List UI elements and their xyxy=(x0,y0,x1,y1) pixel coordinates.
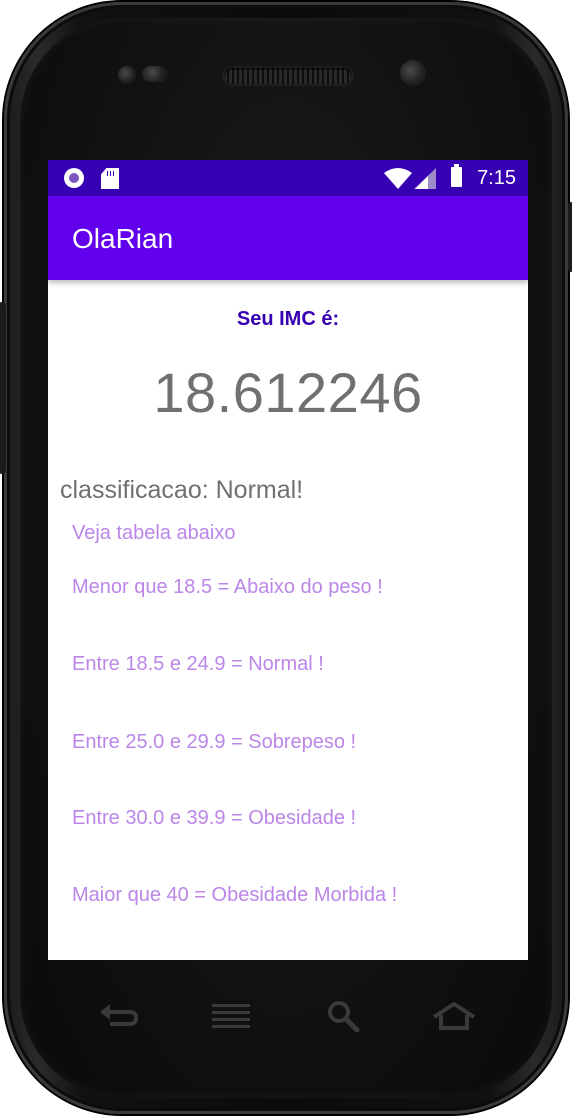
table-row-morbid-obesity: Maior que 40 = Obesidade Morbida ! xyxy=(72,884,398,906)
table-row-underweight: Menor que 18.5 = Abaixo do peso ! xyxy=(72,576,383,598)
back-button[interactable] xyxy=(96,996,140,1036)
status-bar: 7:15 xyxy=(48,160,528,196)
front-camera-icon xyxy=(400,60,426,86)
wifi-icon xyxy=(384,168,412,189)
table-header: Veja tabela abaixo xyxy=(72,522,236,544)
table-row-obesity: Entre 30.0 e 39.9 = Obesidade ! xyxy=(72,807,357,829)
classification-text: classificacao: Normal! xyxy=(60,476,304,504)
light-sensor-icon xyxy=(142,66,168,82)
search-icon xyxy=(328,1001,360,1033)
menu-button[interactable] xyxy=(209,996,253,1036)
signal-icon xyxy=(414,168,436,189)
battery-icon xyxy=(451,164,462,187)
status-time: 7:15 xyxy=(477,167,516,189)
proximity-sensor-icon xyxy=(118,66,136,84)
navigation-bar xyxy=(48,960,528,1080)
home-icon xyxy=(432,1002,476,1030)
imc-value: 18.612246 xyxy=(153,361,423,424)
imc-label: Seu IMC é: xyxy=(236,308,340,330)
record-icon xyxy=(64,168,84,188)
power-button[interactable] xyxy=(568,202,572,272)
app-bar: OlaRian xyxy=(48,196,528,280)
back-icon xyxy=(100,1004,138,1026)
home-button[interactable] xyxy=(432,996,476,1036)
app-title: OlaRian xyxy=(72,223,174,254)
search-button[interactable] xyxy=(321,996,365,1036)
volume-button[interactable] xyxy=(0,302,6,474)
table-row-normal: Entre 18.5 e 24.9 = Normal ! xyxy=(72,653,324,675)
menu-icon xyxy=(212,1004,250,1028)
earpiece-speaker xyxy=(224,68,352,84)
sd-card-icon xyxy=(101,168,119,189)
device-screen: 7:15 OlaRian Seu IMC é: 18.612246 classi… xyxy=(48,160,528,960)
table-row-overweight: Entre 25.0 e 29.9 = Sobrepeso ! xyxy=(72,731,357,753)
